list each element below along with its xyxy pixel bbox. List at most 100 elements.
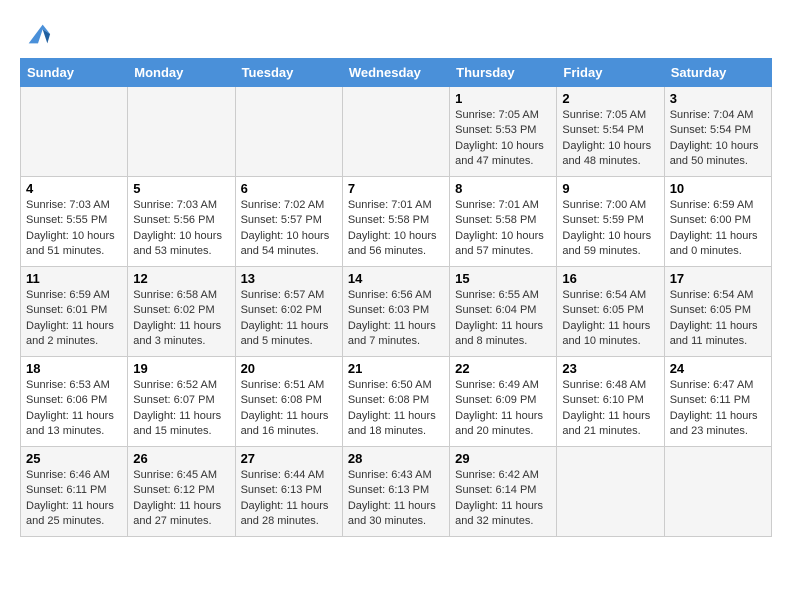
day-number: 8 [455,181,551,196]
day-info: Sunrise: 6:58 AM Sunset: 6:02 PM Dayligh… [133,288,229,350]
calendar-cell: 10 Sunrise: 6:59 AM Sunset: 6:00 PM Dayli… [664,177,771,267]
logo-icon [24,20,52,48]
day-info: Sunrise: 7:05 AM Sunset: 5:53 PM Dayligh… [455,108,551,170]
day-number: 28 [348,451,444,466]
day-info: Sunrise: 6:52 AM Sunset: 6:07 PM Dayligh… [133,378,229,440]
calendar-cell: 28 Sunrise: 6:43 AM Sunset: 6:13 PM Dayli… [342,447,449,537]
calendar-cell: 14 Sunrise: 6:56 AM Sunset: 6:03 PM Dayli… [342,267,449,357]
calendar-cell: 22 Sunrise: 6:49 AM Sunset: 6:09 PM Dayli… [450,357,557,447]
day-number: 20 [241,361,337,376]
day-number: 7 [348,181,444,196]
day-info: Sunrise: 6:50 AM Sunset: 6:08 PM Dayligh… [348,378,444,440]
calendar-cell: 24 Sunrise: 6:47 AM Sunset: 6:11 PM Dayli… [664,357,771,447]
day-number: 9 [562,181,658,196]
calendar-header-row: SundayMondayTuesdayWednesdayThursdayFrid… [21,59,772,87]
day-number: 10 [670,181,766,196]
day-number: 25 [26,451,122,466]
day-number: 4 [26,181,122,196]
day-number: 23 [562,361,658,376]
day-info: Sunrise: 6:51 AM Sunset: 6:08 PM Dayligh… [241,378,337,440]
calendar-cell: 7 Sunrise: 7:01 AM Sunset: 5:58 PM Daylig… [342,177,449,267]
day-number: 24 [670,361,766,376]
calendar-cell: 3 Sunrise: 7:04 AM Sunset: 5:54 PM Daylig… [664,87,771,177]
day-info: Sunrise: 6:54 AM Sunset: 6:05 PM Dayligh… [562,288,658,350]
calendar-cell [342,87,449,177]
column-header-friday: Friday [557,59,664,87]
day-number: 22 [455,361,551,376]
calendar-cell: 17Sunrise: 6:54 AM Sunset: 6:05 PM Dayli… [664,267,771,357]
calendar-week-row: 18 Sunrise: 6:53 AM Sunset: 6:06 PM Dayli… [21,357,772,447]
calendar-cell: 25 Sunrise: 6:46 AM Sunset: 6:11 PM Dayli… [21,447,128,537]
day-number: 6 [241,181,337,196]
day-number: 15 [455,271,551,286]
column-header-tuesday: Tuesday [235,59,342,87]
calendar-cell: 19 Sunrise: 6:52 AM Sunset: 6:07 PM Dayli… [128,357,235,447]
day-number: 27 [241,451,337,466]
column-header-monday: Monday [128,59,235,87]
day-number: 14 [348,271,444,286]
day-info: Sunrise: 6:46 AM Sunset: 6:11 PM Dayligh… [26,468,122,530]
day-number: 12 [133,271,229,286]
calendar-cell: 27 Sunrise: 6:44 AM Sunset: 6:13 PM Dayli… [235,447,342,537]
column-header-thursday: Thursday [450,59,557,87]
day-info: Sunrise: 6:59 AM Sunset: 6:01 PM Dayligh… [26,288,122,350]
calendar-cell [21,87,128,177]
column-header-saturday: Saturday [664,59,771,87]
day-info: Sunrise: 6:53 AM Sunset: 6:06 PM Dayligh… [26,378,122,440]
day-info: Sunrise: 7:00 AM Sunset: 5:59 PM Dayligh… [562,198,658,260]
day-info: Sunrise: 6:54 AM Sunset: 6:05 PM Dayligh… [670,288,766,350]
day-info: Sunrise: 7:02 AM Sunset: 5:57 PM Dayligh… [241,198,337,260]
calendar-cell [557,447,664,537]
day-number: 1 [455,91,551,106]
calendar-cell: 18 Sunrise: 6:53 AM Sunset: 6:06 PM Dayli… [21,357,128,447]
day-info: Sunrise: 7:05 AM Sunset: 5:54 PM Dayligh… [562,108,658,170]
day-number: 5 [133,181,229,196]
calendar-week-row: 25 Sunrise: 6:46 AM Sunset: 6:11 PM Dayli… [21,447,772,537]
day-info: Sunrise: 7:01 AM Sunset: 5:58 PM Dayligh… [348,198,444,260]
day-info: Sunrise: 6:49 AM Sunset: 6:09 PM Dayligh… [455,378,551,440]
day-info: Sunrise: 6:43 AM Sunset: 6:13 PM Dayligh… [348,468,444,530]
calendar-cell: 20 Sunrise: 6:51 AM Sunset: 6:08 PM Dayli… [235,357,342,447]
day-number: 11 [26,271,122,286]
day-number: 18 [26,361,122,376]
day-info: Sunrise: 6:55 AM Sunset: 6:04 PM Dayligh… [455,288,551,350]
calendar-cell: 11 Sunrise: 6:59 AM Sunset: 6:01 PM Dayli… [21,267,128,357]
day-info: Sunrise: 6:45 AM Sunset: 6:12 PM Dayligh… [133,468,229,530]
calendar-cell: 6 Sunrise: 7:02 AM Sunset: 5:57 PM Daylig… [235,177,342,267]
day-info: Sunrise: 6:59 AM Sunset: 6:00 PM Dayligh… [670,198,766,260]
day-info: Sunrise: 7:04 AM Sunset: 5:54 PM Dayligh… [670,108,766,170]
day-number: 3 [670,91,766,106]
day-info: Sunrise: 6:44 AM Sunset: 6:13 PM Dayligh… [241,468,337,530]
calendar-cell: 12 Sunrise: 6:58 AM Sunset: 6:02 PM Dayli… [128,267,235,357]
day-info: Sunrise: 7:03 AM Sunset: 5:56 PM Dayligh… [133,198,229,260]
day-info: Sunrise: 6:48 AM Sunset: 6:10 PM Dayligh… [562,378,658,440]
logo [20,20,52,48]
page-header [20,20,772,48]
calendar-cell: 21 Sunrise: 6:50 AM Sunset: 6:08 PM Dayli… [342,357,449,447]
calendar-week-row: 11 Sunrise: 6:59 AM Sunset: 6:01 PM Dayli… [21,267,772,357]
calendar-cell: 8 Sunrise: 7:01 AM Sunset: 5:58 PM Daylig… [450,177,557,267]
calendar-cell [235,87,342,177]
calendar-cell: 4 Sunrise: 7:03 AM Sunset: 5:55 PM Daylig… [21,177,128,267]
day-number: 29 [455,451,551,466]
calendar-cell: 16Sunrise: 6:54 AM Sunset: 6:05 PM Dayli… [557,267,664,357]
calendar-cell: 9 Sunrise: 7:00 AM Sunset: 5:59 PM Daylig… [557,177,664,267]
column-header-sunday: Sunday [21,59,128,87]
day-info: Sunrise: 6:42 AM Sunset: 6:14 PM Dayligh… [455,468,551,530]
day-info: Sunrise: 6:47 AM Sunset: 6:11 PM Dayligh… [670,378,766,440]
day-info: Sunrise: 7:03 AM Sunset: 5:55 PM Dayligh… [26,198,122,260]
calendar-week-row: 1 Sunrise: 7:05 AM Sunset: 5:53 PM Daylig… [21,87,772,177]
calendar-cell: 13Sunrise: 6:57 AM Sunset: 6:02 PM Dayli… [235,267,342,357]
calendar-cell [128,87,235,177]
column-header-wednesday: Wednesday [342,59,449,87]
day-info: Sunrise: 6:56 AM Sunset: 6:03 PM Dayligh… [348,288,444,350]
calendar-cell: 15 Sunrise: 6:55 AM Sunset: 6:04 PM Dayli… [450,267,557,357]
calendar-cell: 2Sunrise: 7:05 AM Sunset: 5:54 PM Daylig… [557,87,664,177]
calendar-week-row: 4 Sunrise: 7:03 AM Sunset: 5:55 PM Daylig… [21,177,772,267]
day-number: 19 [133,361,229,376]
day-number: 21 [348,361,444,376]
calendar-table: SundayMondayTuesdayWednesdayThursdayFrid… [20,58,772,537]
day-info: Sunrise: 7:01 AM Sunset: 5:58 PM Dayligh… [455,198,551,260]
calendar-cell [664,447,771,537]
calendar-cell: 23 Sunrise: 6:48 AM Sunset: 6:10 PM Dayli… [557,357,664,447]
